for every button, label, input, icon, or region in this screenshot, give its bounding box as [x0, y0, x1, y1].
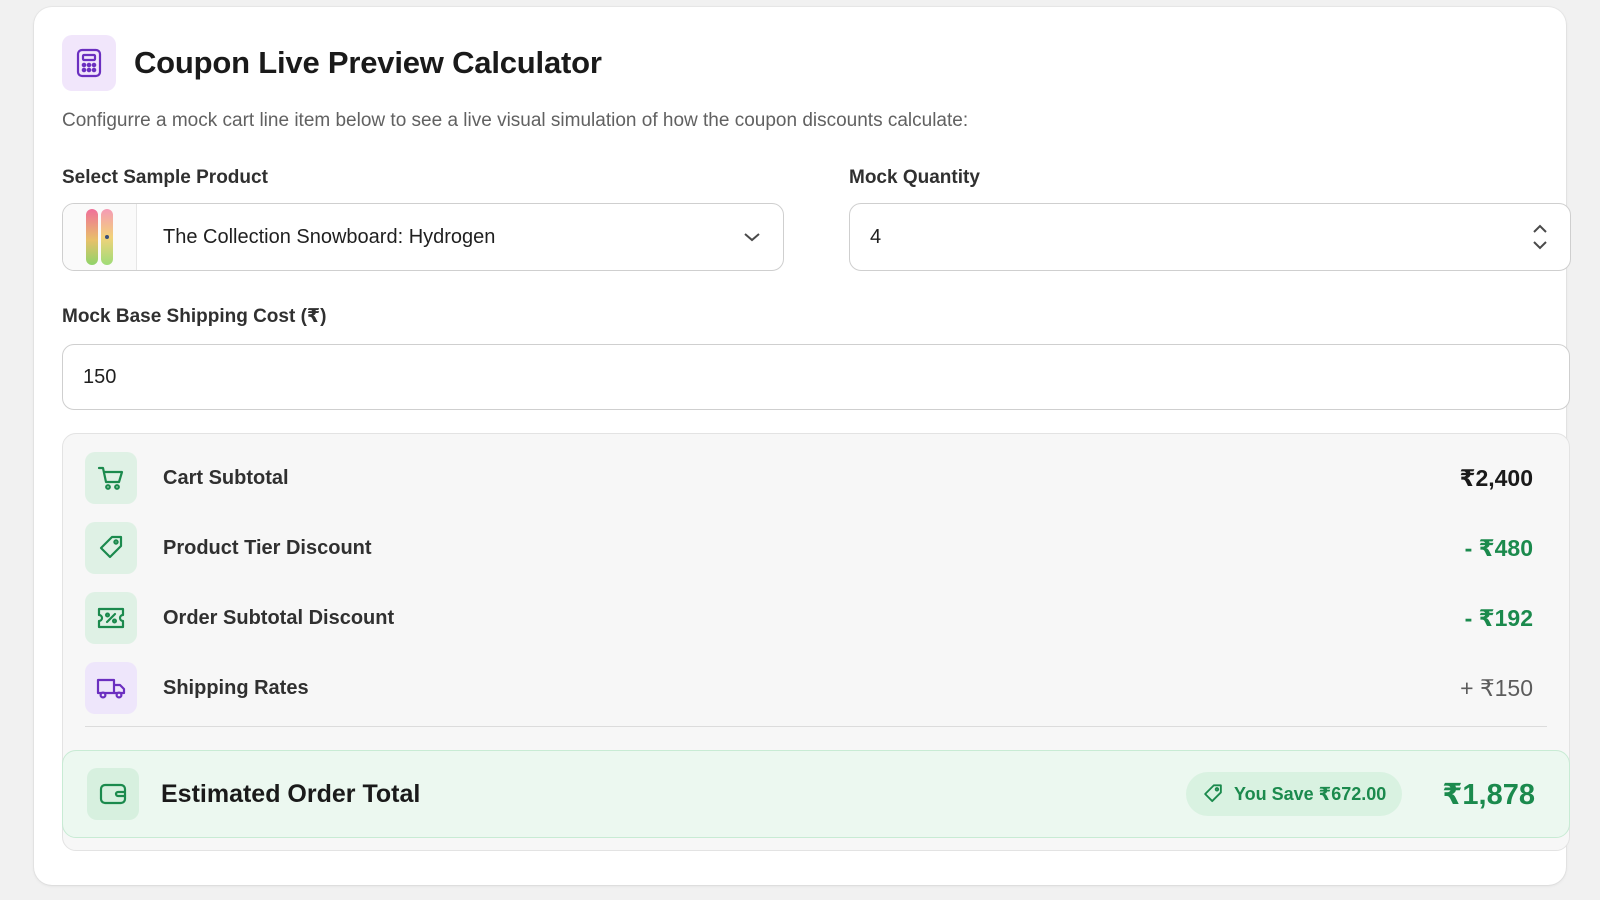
truck-icon: [85, 662, 137, 714]
summary-row-value: - ₹192: [1464, 604, 1533, 631]
order-total-label: Estimated Order Total: [161, 779, 421, 808]
chevron-down-icon[interactable]: [1532, 240, 1548, 250]
calculator-card: Coupon Live Preview Calculator Configurr…: [34, 7, 1571, 885]
page-title: Coupon Live Preview Calculator: [134, 45, 602, 80]
savings-text: You Save ₹672.00: [1233, 783, 1387, 804]
product-select-value: The Collection Snowboard: Hydrogen: [163, 225, 496, 248]
stepper-arrows[interactable]: [1532, 224, 1548, 250]
wallet-icon: [87, 768, 139, 820]
cart-icon: [85, 452, 137, 504]
shipping-value: 150: [83, 365, 117, 388]
summary-row-order-discount: Order Subtotal Discount - ₹192: [85, 592, 1533, 644]
summary-row-label: Product Tier Discount: [163, 536, 372, 559]
quantity-label: Mock Quantity: [849, 167, 980, 188]
summary-row-product-discount: Product Tier Discount - ₹480: [85, 522, 1533, 574]
quantity-value: 4: [870, 225, 882, 248]
chevron-down-icon: [744, 233, 760, 242]
savings-badge: You Save ₹672.00: [1185, 772, 1403, 816]
chevron-up-icon[interactable]: [1532, 224, 1548, 234]
product-label: Select Sample Product: [62, 167, 268, 188]
shipping-label: Mock Base Shipping Cost (₹): [62, 306, 327, 327]
product-thumbnail: [63, 204, 137, 270]
quantity-stepper[interactable]: 4: [849, 203, 1571, 271]
summary-row-value: + ₹150: [1460, 674, 1533, 701]
summary-row-subtotal: Cart Subtotal ₹2,400: [85, 452, 1533, 504]
page-description: Configurre a mock cart line item below t…: [62, 110, 969, 131]
calculator-icon: [62, 35, 116, 91]
divider: [85, 726, 1547, 727]
order-total-value: ₹1,878: [1442, 778, 1535, 811]
summary-row-value: - ₹480: [1464, 534, 1533, 561]
summary-row-label: Cart Subtotal: [163, 466, 289, 489]
order-total-row: Estimated Order Total You Save ₹672.00 ₹…: [62, 750, 1570, 838]
summary-panel: Cart Subtotal ₹2,400 Product Tier Discou…: [62, 433, 1570, 851]
tag-icon: [85, 522, 137, 574]
product-select[interactable]: The Collection Snowboard: Hydrogen: [62, 203, 784, 271]
shipping-input[interactable]: 150: [62, 344, 1570, 410]
tag-icon: [1204, 784, 1222, 803]
summary-row-shipping: Shipping Rates + ₹150: [85, 662, 1533, 714]
summary-row-label: Shipping Rates: [163, 676, 309, 699]
summary-row-value: ₹2,400: [1459, 464, 1533, 491]
summary-row-label: Order Subtotal Discount: [163, 606, 395, 629]
header: Coupon Live Preview Calculator: [62, 35, 602, 91]
discount-ticket-icon: [85, 592, 137, 644]
